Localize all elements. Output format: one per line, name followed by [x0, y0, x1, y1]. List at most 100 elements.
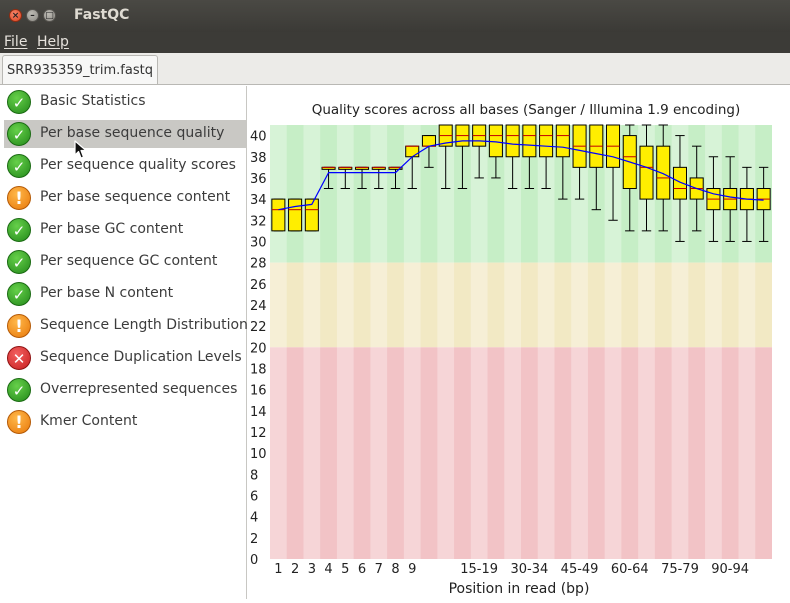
module-label: Basic Statistics	[40, 93, 146, 109]
x-tick-label: 90-94	[711, 562, 749, 577]
y-tick-label: 12	[250, 426, 267, 441]
warn-status-icon: !	[7, 186, 31, 210]
module-item[interactable]: ✕ Sequence Duplication Levels	[4, 344, 246, 372]
maximize-window-button[interactable]: □	[43, 9, 56, 22]
iqr-box	[522, 124, 537, 158]
iqr-box	[639, 145, 654, 200]
iqr-box	[555, 124, 570, 158]
y-tick-label: 40	[250, 130, 267, 145]
x-tick-label: 15-19	[460, 562, 498, 577]
minimize-icon: –	[30, 11, 35, 21]
y-tick-label: 38	[250, 151, 267, 166]
module-label: Per base sequence content	[40, 189, 231, 205]
quality-boxplot-chart: Quality scores across all bases (Sanger …	[250, 102, 772, 597]
y-tick-label: 34	[250, 193, 267, 208]
y-tick-label: 20	[250, 341, 267, 356]
x-tick-label: 60-64	[611, 562, 649, 577]
x-axis-ticks: 1 2 3 4 5 6 7 8 9 15-19 30-34 45-49 60-64 75-79 90-94	[274, 562, 749, 577]
title-bar: × – □ FastQC	[0, 0, 790, 32]
pass-status-icon: ✓	[7, 90, 31, 114]
iqr-box	[488, 124, 503, 158]
y-tick-label: 28	[250, 257, 267, 272]
x-tick-label: 8	[391, 562, 399, 577]
module-label: Per base N content	[40, 285, 174, 301]
window-title: FastQC	[74, 7, 130, 23]
x-tick-label: 1	[274, 562, 282, 577]
column-stripe	[437, 125, 455, 559]
y-tick-label: 4	[250, 511, 258, 526]
y-axis-ticks: 0246810121416182022242628303234363840	[250, 130, 267, 568]
x-tick-label: 3	[308, 562, 316, 577]
y-tick-label: 32	[250, 214, 267, 229]
y-tick-label: 24	[250, 299, 267, 314]
module-label: Sequence Duplication Levels	[40, 349, 242, 365]
column-stripe	[336, 125, 354, 559]
column-stripe	[303, 125, 321, 559]
mouse-cursor-icon	[74, 140, 87, 159]
warn-status-icon: !	[7, 314, 31, 338]
y-tick-label: 26	[250, 278, 267, 293]
minimize-window-button[interactable]: –	[26, 9, 39, 22]
module-label: Per base sequence quality	[40, 125, 225, 141]
iqr-box	[405, 145, 420, 158]
x-tick-label: 75-79	[661, 562, 699, 577]
module-item[interactable]: ! Kmer Content	[4, 408, 246, 436]
close-window-button[interactable]: ×	[9, 9, 22, 22]
module-item[interactable]: ✓ Per base N content	[4, 280, 246, 308]
module-list: ✓ Basic Statistics ✓ Per base sequence qual…	[2, 86, 248, 599]
y-tick-label: 18	[250, 362, 267, 377]
module-item[interactable]: ✓ Per sequence quality scores	[4, 152, 246, 180]
x-tick-label: 9	[408, 562, 416, 577]
module-item[interactable]: ✓ Per sequence GC content	[4, 248, 246, 276]
y-tick-label: 6	[250, 489, 258, 504]
column-stripe	[370, 125, 388, 559]
iqr-box	[421, 135, 436, 147]
x-tick-label: 30-34	[510, 562, 548, 577]
iqr-box	[271, 198, 286, 232]
module-item[interactable]: ! Sequence Length Distribution	[4, 312, 248, 340]
y-tick-label: 14	[250, 405, 267, 420]
menu-bar: File Help	[0, 32, 790, 53]
column-stripe	[270, 125, 287, 559]
column-stripe	[403, 125, 421, 559]
chart-title: Quality scores across all bases (Sanger …	[312, 102, 741, 118]
menu-help[interactable]: Help	[37, 34, 69, 50]
close-icon: ×	[11, 11, 20, 21]
y-tick-label: 0	[250, 553, 258, 568]
x-axis-label: Position in read (bp)	[449, 581, 590, 597]
module-label: Kmer Content	[40, 413, 138, 429]
iqr-box	[672, 166, 687, 200]
column-stripe	[537, 125, 555, 559]
module-item[interactable]: ✓ Per base sequence quality	[4, 120, 246, 148]
module-label: Per sequence GC content	[40, 253, 218, 269]
column-stripe	[504, 125, 521, 559]
module-item[interactable]: ! Per base sequence content	[4, 184, 246, 212]
y-tick-label: 30	[250, 235, 267, 250]
y-tick-label: 10	[250, 447, 267, 462]
pass-status-icon: ✓	[7, 154, 31, 178]
x-tick-label: 4	[324, 562, 332, 577]
module-label: Per base GC content	[40, 221, 184, 237]
module-item[interactable]: ✓ Basic Statistics	[4, 88, 246, 116]
iqr-box	[656, 145, 671, 200]
pass-status-icon: ✓	[7, 282, 31, 306]
module-item[interactable]: ✓ Per base GC content	[4, 216, 246, 244]
warn-status-icon: !	[7, 410, 31, 434]
box-1	[288, 198, 303, 232]
module-label: Per sequence quality scores	[40, 157, 236, 173]
iqr-box	[288, 198, 303, 232]
y-tick-label: 36	[250, 172, 267, 187]
module-label: Sequence Length Distribution	[40, 317, 248, 333]
menu-file[interactable]: File	[4, 34, 27, 50]
pass-status-icon: ✓	[7, 250, 31, 274]
fail-status-icon: ✕	[7, 346, 31, 370]
x-tick-label: 2	[291, 562, 299, 577]
x-tick-label: 5	[341, 562, 349, 577]
x-tick-label: 7	[375, 562, 383, 577]
file-tab[interactable]: SRR935359_trim.fastq	[2, 55, 158, 84]
x-tick-label: 45-49	[561, 562, 599, 577]
y-tick-label: 16	[250, 384, 267, 399]
module-item[interactable]: ✓ Overrepresented sequences	[4, 376, 246, 404]
y-tick-label: 2	[250, 532, 258, 547]
module-label: Overrepresented sequences	[40, 381, 238, 397]
